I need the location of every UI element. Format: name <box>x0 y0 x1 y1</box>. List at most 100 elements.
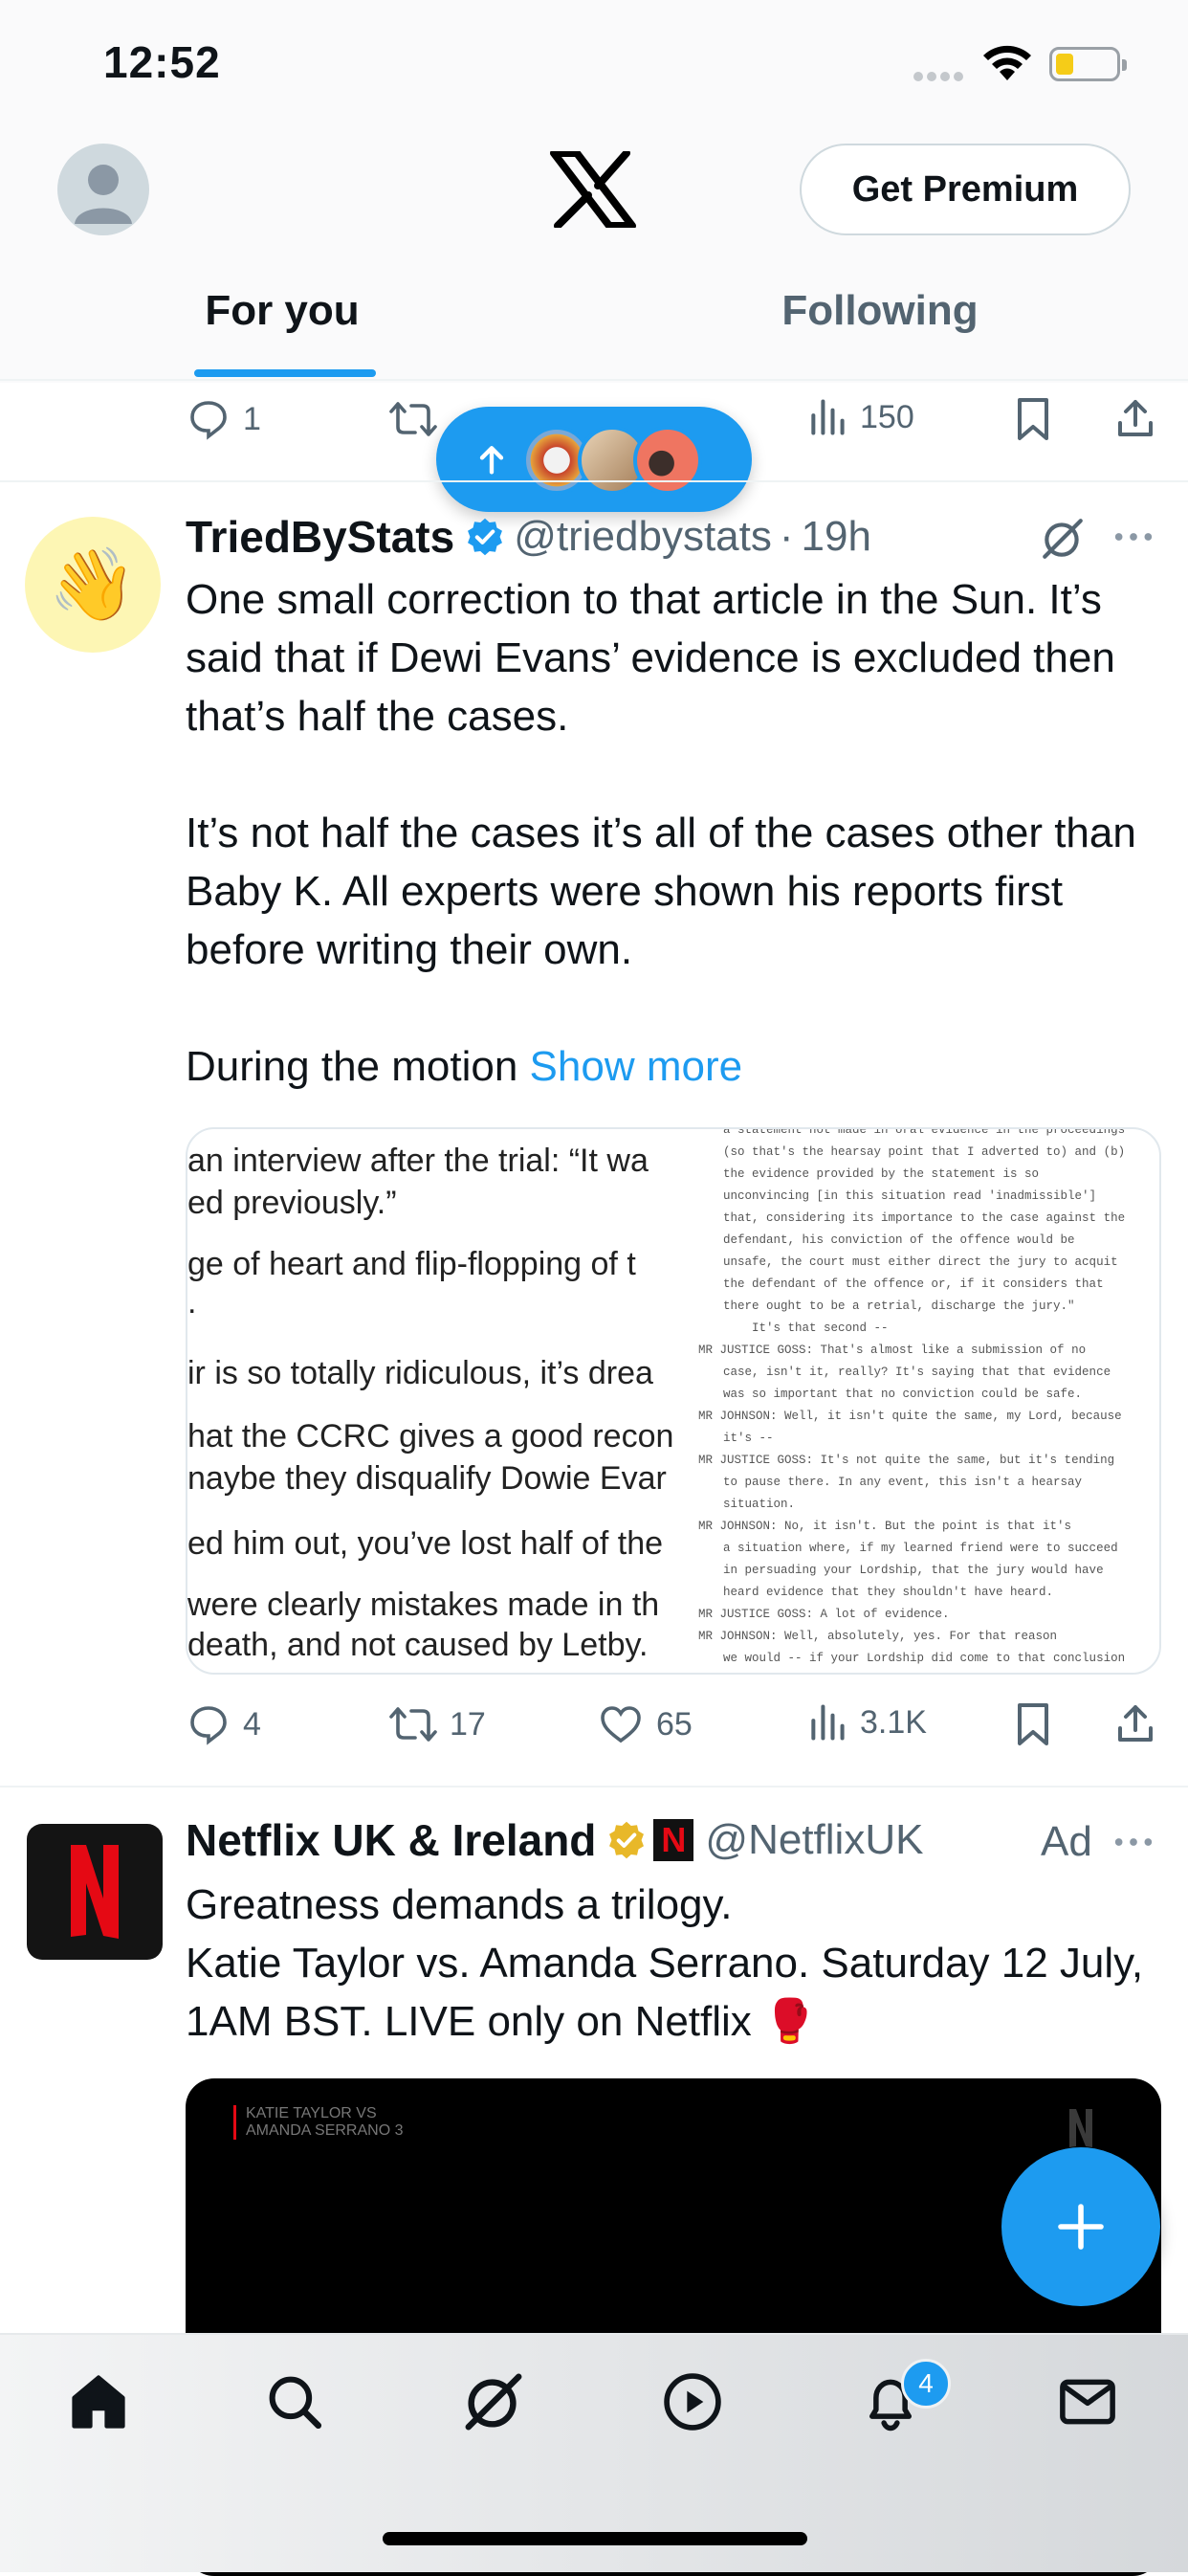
transcript-line: was so important that no conviction coul… <box>723 1388 1083 1401</box>
reply-count: 1 <box>243 400 261 437</box>
article-line: ir is so totally ridiculous, it’s drea <box>187 1355 653 1391</box>
transcript-line: situation. <box>723 1498 796 1511</box>
home-icon[interactable] <box>60 2364 137 2440</box>
more-options-icon[interactable] <box>1111 515 1155 564</box>
reply-button[interactable]: 1 <box>186 396 261 442</box>
transcript-line: MR JOHNSON: No, it isn't. But the point … <box>698 1520 1072 1533</box>
retweet-count: 17 <box>450 1705 486 1743</box>
article-line: ed him out, you’ve lost half of the <box>187 1525 664 1562</box>
views-count: 3.1K <box>860 1703 927 1741</box>
share-icon <box>1118 1705 1153 1742</box>
retweet-button[interactable] <box>388 396 450 442</box>
bookmark-button[interactable] <box>1012 396 1066 442</box>
retweet-icon <box>389 1707 437 1742</box>
netflix-avatar[interactable] <box>27 1824 163 1960</box>
like-button[interactable]: 65 <box>597 1701 693 1747</box>
transcript-line: defendant, his conviction of the offence… <box>723 1233 1075 1247</box>
transcript-line: a statement not made in oral evidence in… <box>723 1129 1126 1137</box>
article-line: ed previously.” <box>187 1185 397 1221</box>
wifi-icon <box>980 42 1034 87</box>
verified-gold-badge-icon <box>609 1821 645 1859</box>
header-divider <box>0 379 1188 381</box>
compose-button[interactable] <box>1001 2147 1160 2306</box>
messages-icon[interactable] <box>1049 2364 1126 2440</box>
transcript-line: heard evidence that they shouldn't have … <box>723 1586 1054 1599</box>
transcript-line: unconvincing [in this situation read 'in… <box>723 1189 1097 1203</box>
netflix-badge-letter: N <box>661 1820 687 1859</box>
author-handle[interactable]: @triedbystats <box>514 513 772 561</box>
divider <box>0 1786 1188 1788</box>
article-line: . <box>187 1284 197 1321</box>
netflix-logo-icon <box>1069 2109 1092 2147</box>
x-logo-icon[interactable] <box>550 149 636 230</box>
profile-avatar[interactable] <box>57 144 149 235</box>
signal-icon <box>913 69 967 86</box>
video-icon[interactable] <box>654 2364 731 2440</box>
notification-badge: 4 <box>901 2359 951 2409</box>
share-button[interactable] <box>1112 396 1170 442</box>
views-button[interactable]: 150 <box>806 396 914 438</box>
new-posts-pill[interactable] <box>436 407 752 512</box>
reply-icon <box>190 1706 227 1745</box>
reply-icon <box>190 401 227 440</box>
bookmark-icon <box>1018 398 1048 440</box>
transcript-line: in persuading your Lordship, that the ju… <box>723 1564 1104 1577</box>
tweet-header: TriedByStats @triedbystats · 19h <box>186 511 871 563</box>
article-line: hat the CCRC gives a good recon <box>187 1418 674 1455</box>
get-premium-button[interactable]: Get Premium <box>800 144 1131 235</box>
transcript-line: to pause there. In any event, this isn't… <box>723 1476 1083 1489</box>
transcript-line: case, isn't it, really? It's saying that… <box>723 1366 1111 1379</box>
author-name[interactable]: Netflix UK & Ireland <box>186 1814 596 1866</box>
retweet-button[interactable]: 17 <box>388 1701 486 1747</box>
grok-icon[interactable] <box>1039 515 1087 567</box>
tweet-text: One small correction to that article in … <box>186 570 1171 1096</box>
transcript-line: it's -- <box>723 1432 774 1445</box>
more-options-icon[interactable] <box>1111 1820 1155 1869</box>
author-name[interactable]: TriedByStats <box>186 511 454 563</box>
transcript-line: MR JOHNSON: Well, absolutely, yes. For t… <box>698 1630 1058 1643</box>
author-handle[interactable]: @NetflixUK <box>705 1816 923 1864</box>
views-button[interactable]: 3.1K <box>806 1701 927 1743</box>
share-button[interactable] <box>1112 1701 1170 1747</box>
bookmark-icon <box>1018 1703 1048 1745</box>
verified-badge-icon <box>468 518 503 556</box>
tweet-body: One small correction to that article in … <box>186 576 1136 1090</box>
grok-icon[interactable] <box>455 2364 532 2440</box>
tweet-text: Greatness demands a trilogy. Katie Taylo… <box>186 1881 1144 2045</box>
transcript-line: there ought to be a retrial, discharge t… <box>723 1299 1075 1313</box>
article-line: death, and not caused by Letby. <box>187 1627 649 1663</box>
separator-dot: · <box>779 513 794 560</box>
wave-emoji: 👋 <box>48 544 138 624</box>
show-more-link[interactable]: Show more <box>530 1043 743 1090</box>
reply-button[interactable]: 4 <box>186 1701 261 1747</box>
transcript-line: a situation where, if my learned friend … <box>723 1542 1118 1555</box>
transcript-line: MR JUSTICE GOSS: It's not quite the same… <box>698 1454 1115 1467</box>
transcript-line: that, considering its importance to the … <box>723 1211 1126 1225</box>
transcript-line: the defendant of the offence or, if it c… <box>723 1277 1104 1291</box>
avatar[interactable]: 👋 <box>25 517 161 653</box>
views-icon <box>811 399 845 435</box>
home-indicator <box>383 2532 807 2545</box>
bookmark-button[interactable] <box>1012 1701 1066 1747</box>
transcript-line: It's that second -- <box>752 1321 889 1335</box>
tab-for-you[interactable]: For you <box>153 287 411 335</box>
transcript-line: MR JOHNSON: Well, it isn't quite the sam… <box>698 1410 1122 1423</box>
transcript-line: MR JUSTICE GOSS: That's almost like a su… <box>698 1344 1087 1357</box>
tab-following[interactable]: Following <box>727 287 1033 335</box>
transcript-line: unsafe, the court must either direct the… <box>723 1255 1118 1269</box>
article-line: were clearly mistakes made in th <box>187 1587 660 1623</box>
plus-icon <box>1058 2204 1104 2250</box>
article-line: naybe they disqualify Dowie Evar <box>187 1460 667 1497</box>
tweet-media[interactable]: an interview after the trial: “It wa ed … <box>186 1127 1161 1675</box>
avatar <box>633 426 702 495</box>
search-icon[interactable] <box>256 2364 333 2440</box>
transcript-line: (so that's the hearsay point that I adve… <box>723 1145 1126 1159</box>
arrow-up-icon <box>479 446 504 475</box>
active-tab-indicator <box>194 369 376 377</box>
article-line: an interview after the trial: “It wa <box>187 1143 649 1179</box>
netflix-affiliate-badge: N <box>653 1819 694 1861</box>
like-count: 65 <box>656 1705 693 1743</box>
share-icon <box>1118 400 1153 436</box>
article-line: ge of heart and flip-flopping of t <box>187 1246 636 1282</box>
reply-count: 4 <box>243 1705 261 1743</box>
